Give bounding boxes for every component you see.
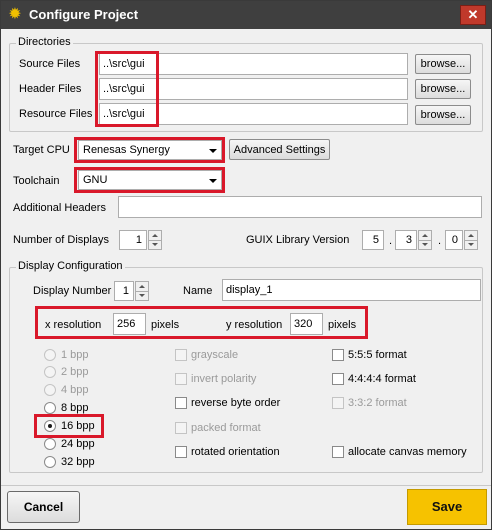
radio-32bpp-label: 32 bpp bbox=[61, 456, 95, 468]
resource-files-browse-button[interactable]: browse... bbox=[415, 105, 471, 125]
format-4444-label: 4:4:4:4 format bbox=[348, 373, 416, 385]
target-cpu-label: Target CPU bbox=[13, 144, 70, 156]
guix-minor-updown[interactable] bbox=[418, 230, 432, 250]
format-555-checkbox[interactable] bbox=[332, 349, 344, 361]
toolchain-label: Toolchain bbox=[13, 175, 60, 187]
gear-icon: ✹ bbox=[8, 6, 22, 23]
packed-format-checkbox[interactable] bbox=[175, 422, 187, 434]
number-of-displays-updown[interactable] bbox=[148, 230, 162, 250]
target-cpu-highlight bbox=[74, 137, 225, 163]
rotated-orientation-checkbox[interactable] bbox=[175, 446, 187, 458]
allocate-canvas-memory-checkbox[interactable] bbox=[332, 446, 344, 458]
format-332-label: 3:3:2 format bbox=[348, 397, 407, 409]
radio-2bpp[interactable] bbox=[44, 366, 56, 378]
radio-8bpp[interactable] bbox=[44, 402, 56, 414]
toolchain-highlight bbox=[74, 167, 225, 193]
resolution-highlight bbox=[35, 306, 368, 339]
display-configuration-title: Display Configuration bbox=[16, 260, 125, 272]
additional-headers-input[interactable] bbox=[118, 196, 482, 218]
advanced-settings-button[interactable]: Advanced Settings bbox=[229, 139, 330, 160]
rotated-orientation-label: rotated orientation bbox=[191, 446, 280, 458]
radio-8bpp-label: 8 bpp bbox=[61, 402, 89, 414]
grayscale-label: grayscale bbox=[191, 349, 239, 361]
format-4444-checkbox[interactable] bbox=[332, 373, 344, 385]
radio-24bpp[interactable] bbox=[44, 438, 56, 450]
number-of-displays-label: Number of Displays bbox=[13, 234, 109, 246]
directories-highlight bbox=[95, 51, 159, 127]
format-332-checkbox[interactable] bbox=[332, 397, 344, 409]
packed-format-label: packed format bbox=[191, 422, 261, 434]
grayscale-checkbox[interactable] bbox=[175, 349, 187, 361]
display-number-label: Display Number bbox=[33, 285, 112, 297]
format-555-label: 5:5:5 format bbox=[348, 349, 407, 361]
radio-1bpp[interactable] bbox=[44, 349, 56, 361]
radio-1bpp-label: 1 bpp bbox=[61, 349, 89, 361]
display-name-input[interactable]: display_1 bbox=[222, 279, 481, 301]
resource-files-label: Resource Files bbox=[19, 108, 93, 120]
invert-polarity-checkbox[interactable] bbox=[175, 373, 187, 385]
arrow-up-icon[interactable] bbox=[139, 285, 145, 288]
guix-major-value[interactable]: 5 bbox=[362, 230, 384, 250]
number-of-displays-value[interactable]: 1 bbox=[119, 230, 147, 250]
cancel-button[interactable]: Cancel bbox=[7, 491, 80, 523]
source-files-browse-button[interactable]: browse... bbox=[415, 54, 471, 74]
allocate-canvas-memory-label: allocate canvas memory bbox=[348, 446, 467, 458]
radio-4bpp-label: 4 bpp bbox=[61, 384, 89, 396]
arrow-down-icon[interactable] bbox=[422, 243, 428, 246]
radio-24bpp-label: 24 bpp bbox=[61, 438, 95, 450]
16bpp-highlight bbox=[34, 414, 104, 438]
configure-project-dialog: ✹ Configure Project ✕ Directories Source… bbox=[0, 0, 492, 530]
header-files-browse-button[interactable]: browse... bbox=[415, 79, 471, 99]
title-bar[interactable]: ✹ Configure Project ✕ bbox=[1, 1, 491, 29]
radio-4bpp[interactable] bbox=[44, 384, 56, 396]
dialog-title: Configure Project bbox=[29, 7, 139, 22]
arrow-down-icon[interactable] bbox=[468, 243, 474, 246]
reverse-byte-order-checkbox[interactable] bbox=[175, 397, 187, 409]
guix-minor-value[interactable]: 3 bbox=[395, 230, 417, 250]
close-icon: ✕ bbox=[467, 7, 479, 22]
arrow-down-icon[interactable] bbox=[139, 294, 145, 297]
directories-group-title: Directories bbox=[16, 36, 73, 48]
number-of-displays-spinner[interactable]: 1 bbox=[119, 230, 163, 250]
header-files-label: Header Files bbox=[19, 83, 82, 95]
guix-patch-updown[interactable] bbox=[464, 230, 478, 250]
arrow-up-icon[interactable] bbox=[468, 234, 474, 237]
display-name-label: Name bbox=[183, 285, 213, 297]
version-dot-1: . bbox=[389, 235, 393, 247]
source-files-label: Source Files bbox=[19, 58, 81, 70]
display-number-value[interactable]: 1 bbox=[114, 281, 134, 301]
display-number-updown[interactable] bbox=[135, 281, 149, 301]
reverse-byte-order-label: reverse byte order bbox=[191, 397, 281, 409]
guix-patch-value[interactable]: 0 bbox=[445, 230, 463, 250]
version-dot-2: . bbox=[438, 235, 442, 247]
guix-version-label: GUIX Library Version bbox=[246, 234, 350, 246]
arrow-down-icon[interactable] bbox=[152, 243, 158, 246]
close-button[interactable]: ✕ bbox=[460, 5, 486, 25]
arrow-up-icon[interactable] bbox=[152, 234, 158, 237]
radio-2bpp-label: 2 bpp bbox=[61, 366, 89, 378]
footer-divider bbox=[1, 485, 491, 486]
invert-polarity-label: invert polarity bbox=[191, 373, 257, 385]
additional-headers-label: Additional Headers bbox=[13, 202, 106, 214]
radio-32bpp[interactable] bbox=[44, 456, 56, 468]
arrow-up-icon[interactable] bbox=[422, 234, 428, 237]
save-button[interactable]: Save bbox=[407, 489, 487, 525]
